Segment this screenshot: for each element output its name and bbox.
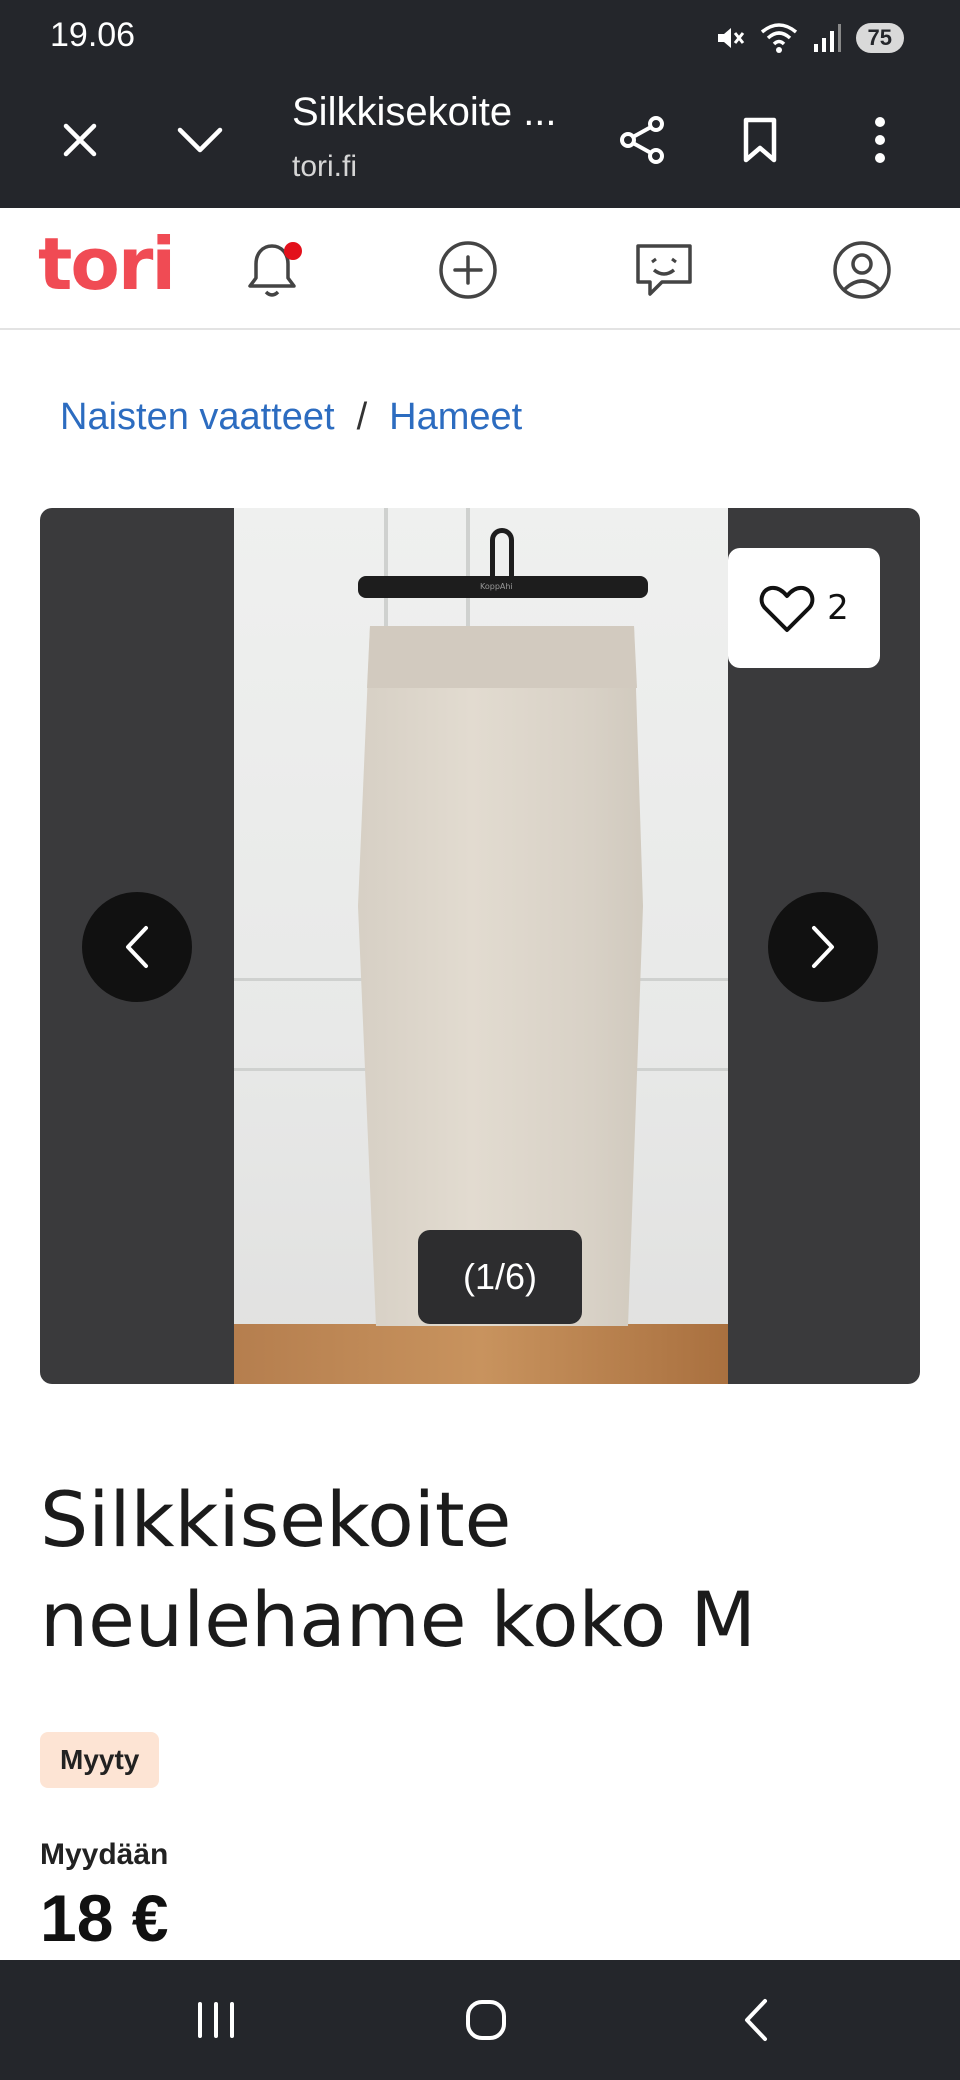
listing-title: Silkkisekoite neulehame koko M: [40, 1475, 756, 1664]
breadcrumb-item-hameet[interactable]: Hameet: [389, 396, 522, 439]
chevron-left-icon: [126, 926, 148, 968]
breadcrumb: Naisten vaatteet / Hameet: [60, 396, 522, 439]
home-button[interactable]: [446, 1984, 526, 2056]
tori-logo[interactable]: tori: [38, 222, 176, 306]
status-bar: 19.06 75: [0, 0, 960, 72]
close-icon: [63, 123, 97, 157]
plus-circle-icon: [439, 241, 497, 299]
back-icon: [745, 1999, 767, 2041]
profile-button[interactable]: [828, 236, 896, 304]
status-icons: 75: [714, 18, 904, 58]
favorite-button[interactable]: 2: [728, 548, 880, 668]
sale-type-label: Myydään: [40, 1838, 169, 1871]
previous-image-button[interactable]: [82, 892, 192, 1002]
signal-icon: [813, 24, 841, 52]
notifications-button[interactable]: [238, 236, 306, 304]
back-button[interactable]: [716, 1984, 796, 2056]
recent-apps-icon: [198, 2002, 234, 2038]
minimize-button[interactable]: [168, 108, 232, 172]
chevron-right-icon: [812, 926, 834, 968]
price: 18 €: [40, 1881, 169, 1955]
mute-icon: [717, 28, 744, 48]
close-tab-button[interactable]: [48, 108, 112, 172]
notification-dot: [284, 242, 302, 260]
hanger-hook: [490, 528, 514, 578]
hanger: KoppAhi: [358, 576, 648, 598]
messages-button[interactable]: [630, 236, 698, 304]
page-domain: tori.fi: [292, 150, 358, 183]
bookmark-icon: [743, 117, 777, 163]
next-image-button[interactable]: [768, 892, 878, 1002]
system-nav-bar: [0, 1960, 960, 2080]
share-icon: [620, 116, 664, 164]
chevron-down-icon: [177, 127, 223, 153]
more-menu-button[interactable]: [848, 108, 912, 172]
status-time: 19.06: [50, 16, 136, 54]
bookmark-button[interactable]: [728, 108, 792, 172]
battery-indicator: 75: [855, 23, 904, 53]
skirt-image: [358, 626, 643, 1326]
heart-icon: [759, 585, 815, 632]
status-badge: Myyty: [40, 1732, 160, 1788]
user-icon: [833, 241, 891, 299]
browser-toolbar: Silkkisekoite ... tori.fi: [0, 72, 960, 208]
page-title: Silkkisekoite ...: [292, 90, 557, 134]
breadcrumb-separator: /: [356, 396, 368, 438]
skirt-waistband: [367, 626, 637, 688]
share-button[interactable]: [610, 108, 674, 172]
site-header: tori: [0, 208, 960, 330]
image-counter: (1/6): [418, 1230, 582, 1324]
image-gallery[interactable]: KoppAhi 2 (1/6): [40, 508, 920, 1384]
chat-icon: [636, 244, 692, 296]
recent-apps-button[interactable]: [176, 1984, 256, 2056]
wifi-icon: [760, 23, 797, 53]
favorite-count: 2: [827, 588, 849, 628]
hanger-brand: KoppAhi: [480, 582, 513, 591]
home-icon: [466, 2000, 506, 2040]
floor: [234, 1324, 728, 1384]
breadcrumb-item-naisten-vaatteet[interactable]: Naisten vaatteet: [60, 396, 335, 439]
more-vertical-icon: [875, 117, 885, 163]
new-listing-button[interactable]: [434, 236, 502, 304]
